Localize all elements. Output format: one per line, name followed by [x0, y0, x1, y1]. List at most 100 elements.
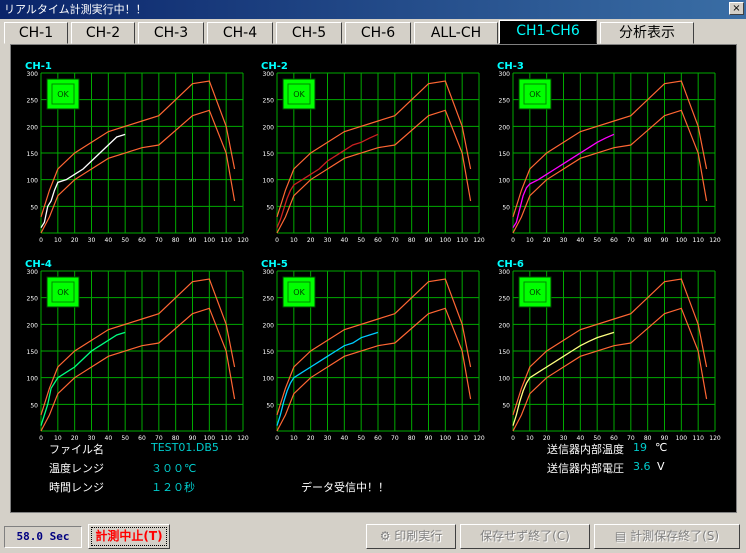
- exit-without-save-button[interactable]: 保存せず終了(C): [460, 524, 590, 549]
- x-tick-label: 120: [237, 435, 249, 442]
- x-tick-label: 110: [220, 435, 232, 442]
- envelope-lower-line: [276, 109, 472, 234]
- ok-indicator: OK: [518, 276, 552, 308]
- x-tick-label: 80: [408, 435, 416, 442]
- y-tick-label: 250: [27, 98, 39, 105]
- ok-indicator-label: OK: [529, 90, 541, 99]
- status-bar: 58.0 Sec 計測中止(T) ⚙ 印刷実行 保存せず終了(C) ▤ 計測保存…: [0, 520, 746, 553]
- y-tick-label: 50: [266, 402, 274, 409]
- y-tick-label: 150: [263, 151, 275, 158]
- envelope-lower-line: [512, 109, 708, 234]
- x-tick-label: 70: [155, 237, 163, 244]
- x-tick-label: 10: [290, 237, 298, 244]
- x-tick-label: 40: [105, 435, 113, 442]
- x-tick-label: 120: [473, 237, 485, 244]
- tab-ch6[interactable]: CH-6: [345, 22, 411, 44]
- x-tick-label: 40: [105, 237, 113, 244]
- file-name-value: TEST01.DB5: [151, 441, 219, 454]
- x-tick-label: 60: [610, 237, 618, 244]
- y-tick-label: 100: [499, 376, 511, 383]
- y-tick-label: 300: [263, 71, 275, 78]
- x-tick-label: 10: [290, 435, 298, 442]
- window-title: リアルタイム計測実行中！！: [4, 3, 147, 16]
- channel-tabs: CH-1 CH-2 CH-3 CH-4 CH-5 CH-6 ALL-CH CH1…: [4, 20, 744, 44]
- x-tick-label: 90: [425, 435, 433, 442]
- x-tick-label: 80: [172, 237, 180, 244]
- tab-ch1[interactable]: CH-1: [4, 22, 68, 44]
- y-tick-label: 300: [27, 71, 39, 78]
- x-tick-label: 60: [138, 237, 146, 244]
- x-tick-label: 40: [577, 237, 585, 244]
- y-tick-label: 100: [263, 376, 275, 383]
- x-tick-label: 30: [560, 237, 568, 244]
- tab-ch5[interactable]: CH-5: [276, 22, 342, 44]
- tab-ch4[interactable]: CH-4: [207, 22, 273, 44]
- x-tick-label: 0: [275, 237, 279, 244]
- ok-indicator-label: OK: [293, 288, 305, 297]
- x-tick-label: 60: [374, 435, 382, 442]
- x-tick-label: 30: [324, 237, 332, 244]
- time-range-label: 時間レンジ: [49, 481, 104, 494]
- transmitter-temp-label: 送信器内部温度: [547, 443, 624, 456]
- x-tick-label: 100: [676, 435, 688, 442]
- save-and-exit-button[interactable]: ▤ 計測保存終了(S): [594, 524, 740, 549]
- y-tick-label: 250: [263, 296, 275, 303]
- temp-range-value: ３００℃: [151, 462, 197, 475]
- x-tick-label: 60: [374, 237, 382, 244]
- tab-analysis[interactable]: 分析表示: [600, 22, 694, 44]
- y-tick-label: 100: [499, 178, 511, 185]
- x-tick-label: 0: [511, 237, 515, 244]
- x-tick-label: 110: [692, 435, 704, 442]
- x-tick-label: 70: [391, 237, 399, 244]
- ok-indicator: OK: [282, 276, 316, 308]
- chart-ch2: CH-2501001502002503000 10 20 30 40 50 60 70 80 90…: [261, 61, 485, 244]
- file-name-label: ファイル名: [49, 443, 104, 456]
- y-tick-label: 200: [27, 124, 39, 131]
- x-tick-label: 20: [307, 237, 315, 244]
- chart-ch3: CH-3501001502002503000 10 20 30 40 50 60 70 80 90…: [497, 61, 721, 244]
- x-tick-label: 20: [71, 237, 79, 244]
- tab-ch2[interactable]: CH-2: [71, 22, 135, 44]
- x-tick-label: 100: [440, 237, 452, 244]
- tab-all-ch[interactable]: ALL-CH: [414, 22, 498, 44]
- ok-indicator-label: OK: [57, 288, 69, 297]
- tab-ch1-ch6[interactable]: CH1-CH6: [499, 20, 597, 44]
- y-tick-label: 50: [502, 402, 510, 409]
- envelope-lower-line: [40, 109, 236, 234]
- y-tick-label: 200: [499, 124, 511, 131]
- close-button[interactable]: ×: [729, 2, 744, 15]
- transmitter-volt-value: 3.6: [633, 460, 651, 473]
- x-tick-label: 100: [676, 237, 688, 244]
- x-tick-label: 30: [88, 237, 96, 244]
- chart-ch5: CH-5501001502002503000 10 20 30 40 50 60 70 80 90…: [261, 259, 485, 442]
- title-bar: リアルタイム計測実行中！！ ×: [0, 0, 746, 19]
- x-tick-label: 10: [526, 237, 534, 244]
- x-tick-label: 10: [54, 237, 62, 244]
- chart-ch6: CH-6501001502002503000 10 20 30 40 50 60 70 80 90…: [497, 259, 721, 442]
- y-tick-label: 200: [27, 322, 39, 329]
- x-tick-label: 90: [661, 237, 669, 244]
- print-button[interactable]: ⚙ 印刷実行: [366, 524, 456, 549]
- transmitter-volt-label: 送信器内部電圧: [547, 462, 624, 475]
- tab-ch3[interactable]: CH-3: [138, 22, 204, 44]
- time-range-value: １２０秒: [151, 481, 195, 494]
- transmitter-temp-value: 19: [633, 441, 647, 454]
- x-tick-label: 110: [220, 237, 232, 244]
- print-button-label: 印刷実行: [394, 529, 443, 543]
- y-tick-label: 300: [27, 269, 39, 276]
- elapsed-time: 58.0 Sec: [4, 526, 82, 548]
- x-tick-label: 60: [138, 435, 146, 442]
- y-tick-label: 50: [30, 402, 38, 409]
- chart-panel: CH-1 50 100 150 200 250 300 0 10 20 30 40 50 60 70 80 90…: [10, 44, 737, 513]
- x-tick-label: 80: [408, 237, 416, 244]
- y-tick-label: 300: [499, 269, 511, 276]
- y-tick-label: 300: [499, 71, 511, 78]
- y-tick-label: 150: [499, 151, 511, 158]
- ok-indicator: OK: [46, 276, 80, 308]
- stop-measurement-button[interactable]: 計測中止(T): [88, 524, 170, 549]
- y-tick-label: 50: [502, 204, 510, 211]
- x-tick-label: 40: [341, 435, 349, 442]
- x-tick-label: 90: [189, 237, 197, 244]
- y-tick-label: 200: [263, 322, 275, 329]
- x-tick-label: 110: [456, 435, 468, 442]
